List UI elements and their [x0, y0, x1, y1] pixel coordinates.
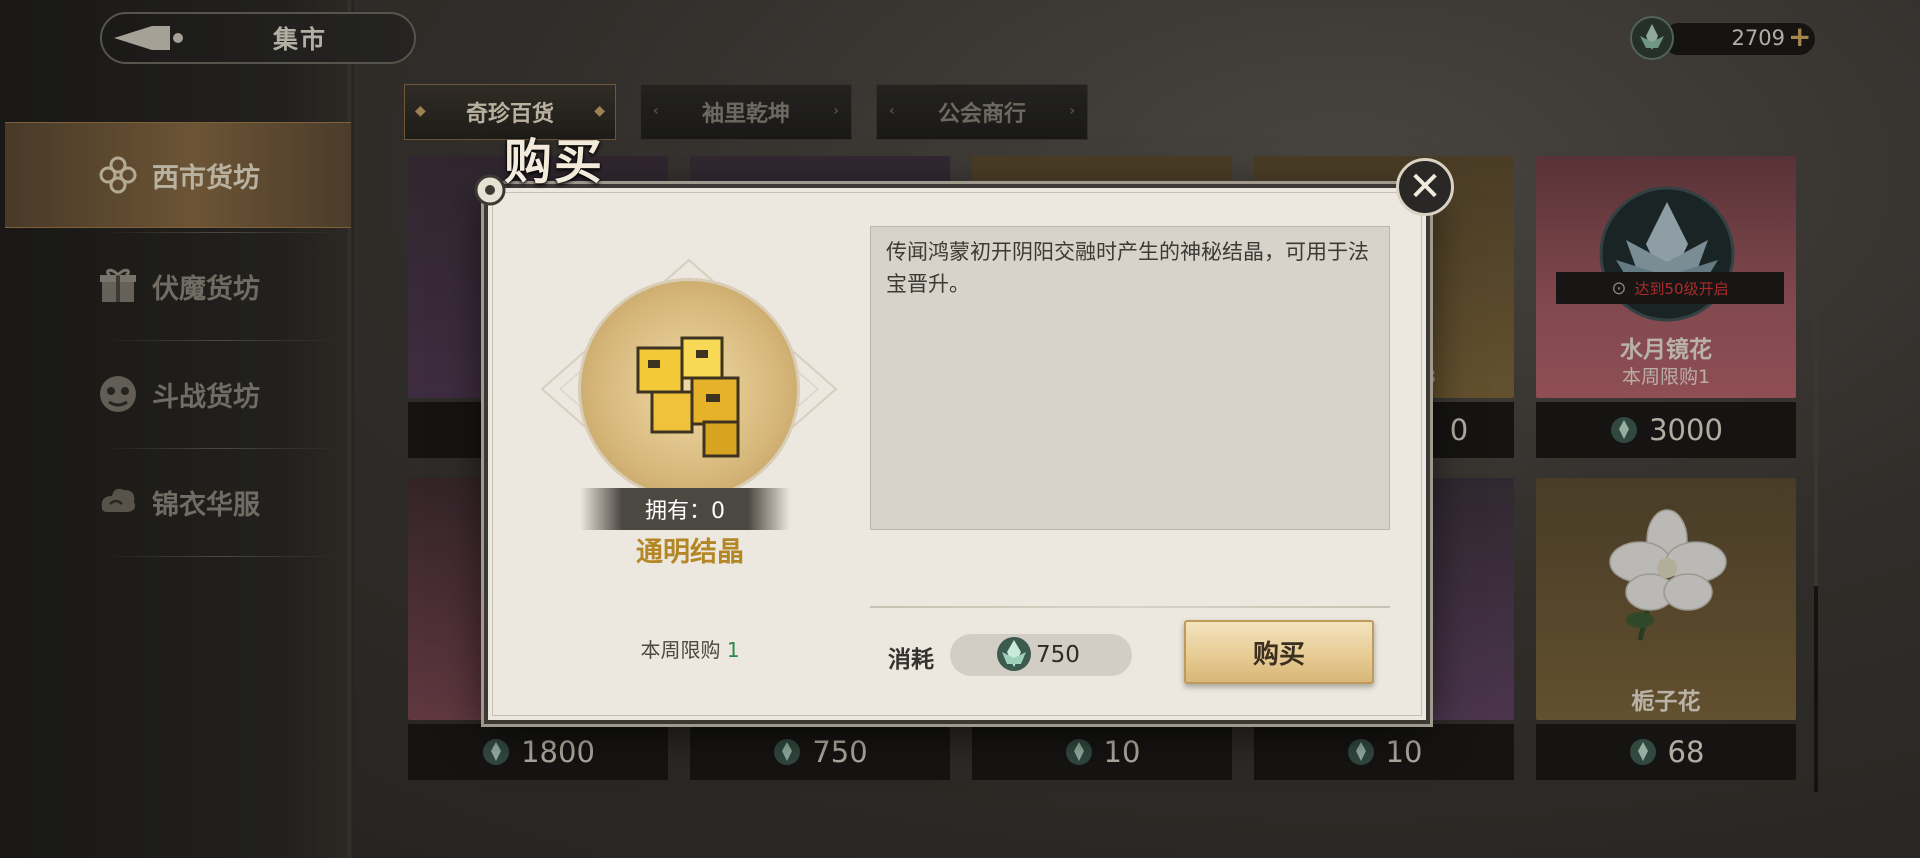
- close-icon: ✕: [1408, 164, 1442, 210]
- weekly-limit-label: 本周限购: [640, 638, 721, 662]
- cost-value: 750: [1036, 642, 1080, 668]
- item-name: 通明结晶: [636, 537, 744, 568]
- item-description: 传闻鸿蒙初开阴阳交融时产生的神秘结晶，可用于法宝晋升。: [886, 240, 1369, 296]
- cost-label: 消耗: [888, 647, 934, 673]
- weekly-limit: 本周限购 1: [600, 634, 780, 663]
- corner-ornament-icon: [474, 174, 506, 206]
- crystal-item-icon: [636, 336, 740, 458]
- owned-count: 拥有：0: [580, 488, 790, 530]
- dialog-divider: [870, 606, 1390, 608]
- weekly-limit-value: 1: [726, 638, 740, 662]
- jade-lotus-icon: [997, 637, 1031, 671]
- dialog-title: 购买: [504, 134, 605, 190]
- close-button[interactable]: ✕: [1396, 158, 1454, 216]
- cost-amount: 750: [950, 634, 1132, 676]
- buy-button[interactable]: 购买: [1184, 620, 1374, 684]
